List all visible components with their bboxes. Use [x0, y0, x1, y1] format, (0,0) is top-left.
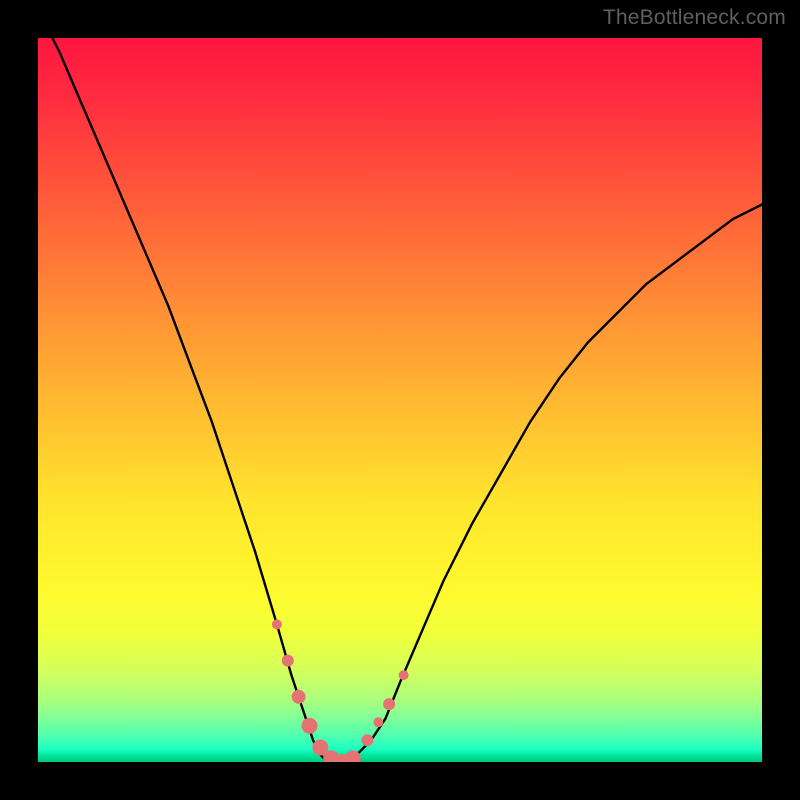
- highlight-dot: [292, 690, 306, 704]
- bottleneck-curve: [38, 38, 762, 762]
- highlight-dots: [272, 619, 409, 762]
- highlight-dot: [302, 718, 318, 734]
- chart-frame: TheBottleneck.com: [0, 0, 800, 800]
- highlight-dot: [399, 670, 409, 680]
- highlight-dot: [373, 717, 383, 727]
- watermark-text: TheBottleneck.com: [603, 6, 786, 30]
- highlight-dot: [282, 655, 294, 667]
- highlight-dot: [383, 698, 395, 710]
- highlight-dot: [361, 734, 373, 746]
- plot-area: [38, 38, 762, 762]
- highlight-dot: [272, 619, 282, 629]
- chart-svg: [38, 38, 762, 762]
